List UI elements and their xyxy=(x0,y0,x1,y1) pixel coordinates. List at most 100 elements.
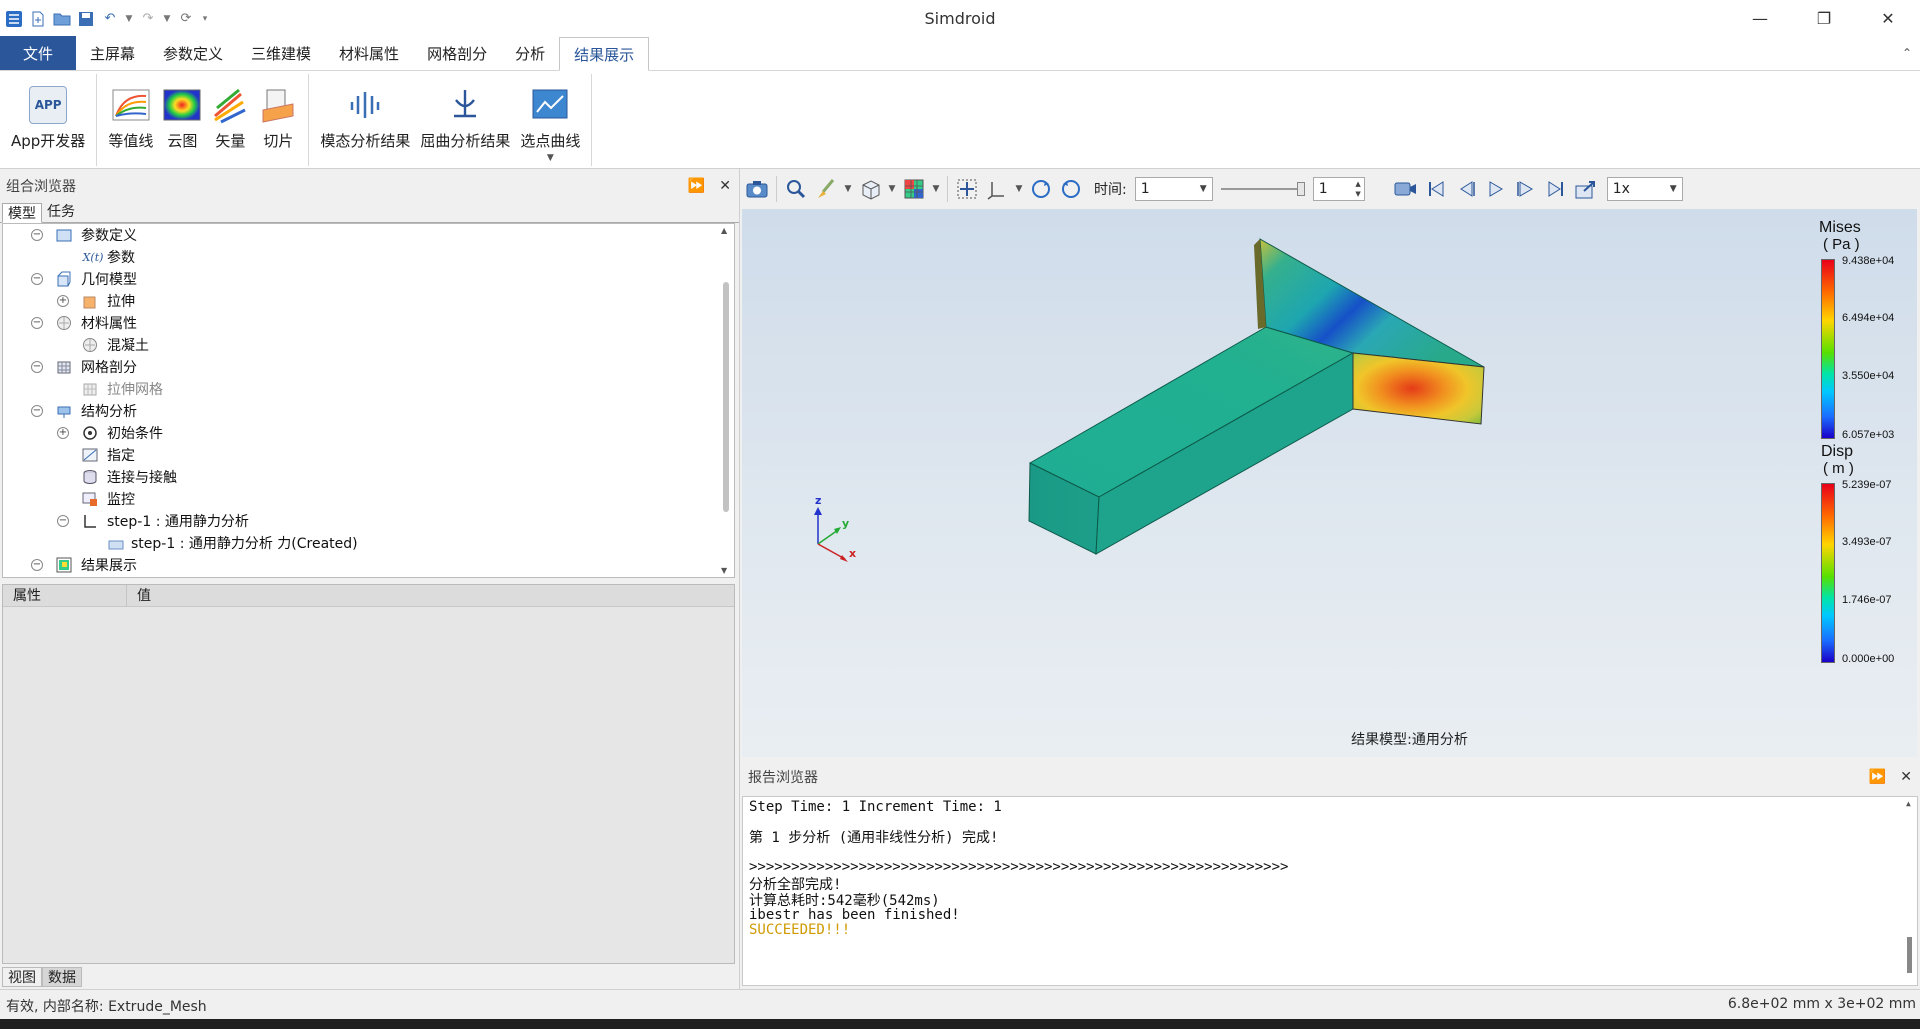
pin-panel-icon[interactable]: ⏩ xyxy=(1869,769,1886,785)
cloud-map-button[interactable]: 云图 xyxy=(158,80,206,166)
property-column-header[interactable]: 属性 xyxy=(3,585,127,606)
tree-item-initial-condition[interactable]: + 初始条件 xyxy=(3,422,734,444)
axis-dropdown-icon[interactable]: ▼ xyxy=(1012,175,1026,203)
close-button[interactable]: ✕ xyxy=(1856,0,1920,37)
collapse-icon[interactable]: − xyxy=(31,361,43,373)
collapse-icon[interactable]: − xyxy=(31,229,43,241)
rotate-cw-icon[interactable] xyxy=(1026,175,1056,203)
time-select[interactable]: 1 ▼ xyxy=(1134,177,1213,201)
last-frame-icon[interactable] xyxy=(1541,175,1571,203)
scroll-up-icon[interactable]: ▲ xyxy=(721,226,727,235)
point-curve-dropdown-icon[interactable]: ▼ xyxy=(547,153,554,163)
tree-item-parameter[interactable]: X(t) 参数 xyxy=(3,246,734,268)
tree-item-specify[interactable]: 指定 xyxy=(3,444,734,466)
tree-scrollbar-thumb[interactable] xyxy=(723,282,729,512)
collapse-icon[interactable]: − xyxy=(31,273,43,285)
tree-item-meshing[interactable]: − 网格剖分 xyxy=(3,356,734,378)
next-frame-icon[interactable] xyxy=(1511,175,1541,203)
collapse-icon[interactable]: − xyxy=(31,405,43,417)
collapse-icon[interactable]: − xyxy=(31,317,43,329)
tab-model[interactable]: 模型 xyxy=(2,203,42,223)
time-slider[interactable] xyxy=(1220,177,1305,201)
new-file-icon[interactable] xyxy=(28,9,48,29)
customize-toolbar-icon[interactable]: ▾ xyxy=(200,9,210,29)
slice-button[interactable]: 切片 xyxy=(254,80,302,166)
redo-dropdown-icon[interactable]: ▼ xyxy=(162,9,172,29)
tree-item-results-display[interactable]: − 结果展示 xyxy=(3,554,734,576)
display-mode-dropdown-icon[interactable]: ▼ xyxy=(929,175,943,203)
record-video-icon[interactable] xyxy=(1391,175,1421,203)
display-mode-icon[interactable] xyxy=(899,175,929,203)
close-panel-icon[interactable]: ✕ xyxy=(1900,769,1912,785)
app-developer-button[interactable]: APP App开发器 xyxy=(6,80,90,166)
tree-item-extrude-mesh[interactable]: 拉伸网格 xyxy=(3,378,734,400)
tab-analysis[interactable]: 分析 xyxy=(501,36,559,70)
maximize-button[interactable]: ❐ xyxy=(1792,0,1856,37)
tree-item-material-properties[interactable]: − 材料属性 xyxy=(3,312,734,334)
scroll-up-icon[interactable]: ▲ xyxy=(1906,799,1911,808)
view-dropdown-icon[interactable]: ▼ xyxy=(885,175,899,203)
report-log[interactable]: Step Time: 1 Increment Time: 1 第 1 步分析 (… xyxy=(742,796,1918,986)
collapse-icon[interactable]: − xyxy=(57,515,69,527)
tab-meshing[interactable]: 网格剖分 xyxy=(413,36,501,70)
tab-task[interactable]: 任务 xyxy=(42,202,80,222)
pin-panel-icon[interactable]: ⏩ xyxy=(688,178,705,194)
brush-icon[interactable] xyxy=(811,175,841,203)
tab-results-display[interactable]: 结果展示 xyxy=(559,37,650,71)
undo-dropdown-icon[interactable]: ▼ xyxy=(124,9,134,29)
tab-material-properties[interactable]: 材料属性 xyxy=(325,36,413,70)
spin-down-icon[interactable]: ▼ xyxy=(1355,190,1360,198)
rotate-ccw-icon[interactable] xyxy=(1056,175,1086,203)
buckling-analysis-results-button[interactable]: 屈曲分析结果 xyxy=(415,80,515,166)
tab-parameter-definition[interactable]: 参数定义 xyxy=(149,36,237,70)
collapse-icon[interactable]: − xyxy=(31,559,43,571)
close-panel-icon[interactable]: ✕ xyxy=(719,178,731,194)
tree-item-structural-analysis[interactable]: − 结构分析 xyxy=(3,400,734,422)
open-folder-icon[interactable] xyxy=(52,9,72,29)
undo-icon[interactable]: ↶ xyxy=(100,9,120,29)
redo-icon[interactable]: ↷ xyxy=(138,9,158,29)
log-scrollbar[interactable]: ▲ xyxy=(1903,797,1917,985)
save-icon[interactable] xyxy=(76,9,96,29)
export-animation-icon[interactable] xyxy=(1571,175,1601,203)
tree-scrollbar[interactable]: ▲ ▼ xyxy=(720,224,732,577)
tree-item-step-1-force[interactable]: step-1 : 通用静力分析 力(Created) xyxy=(3,532,734,554)
axis-orientation-icon[interactable] xyxy=(982,175,1012,203)
tree-item-parameter-definition[interactable]: − 参数定义 xyxy=(3,224,734,246)
tree-item-step-1[interactable]: − step-1 : 通用静力分析 xyxy=(3,510,734,532)
tab-view[interactable]: 视图 xyxy=(2,967,42,987)
modal-analysis-results-button[interactable]: 模态分析结果 xyxy=(315,80,415,166)
first-frame-icon[interactable] xyxy=(1421,175,1451,203)
playback-speed-select[interactable]: 1x ▼ xyxy=(1606,177,1683,201)
spin-up-icon[interactable]: ▲ xyxy=(1355,180,1360,188)
app-logo-icon[interactable] xyxy=(4,9,24,29)
tree-item-extrude[interactable]: + 拉伸 xyxy=(3,290,734,312)
value-column-header[interactable]: 值 xyxy=(127,585,151,606)
expand-icon[interactable]: + xyxy=(57,427,69,439)
log-scrollbar-thumb[interactable] xyxy=(1907,937,1912,973)
time-slider-handle[interactable] xyxy=(1296,182,1305,196)
tab-home[interactable]: 主屏幕 xyxy=(76,36,149,70)
minimize-button[interactable]: — xyxy=(1728,0,1792,37)
scroll-down-icon[interactable]: ▼ xyxy=(721,566,727,575)
fit-view-icon[interactable] xyxy=(952,175,982,203)
tab-3d-modeling[interactable]: 三维建模 xyxy=(237,36,325,70)
expand-icon[interactable]: + xyxy=(57,295,69,307)
point-curve-button[interactable]: 选点曲线 ▼ xyxy=(515,80,585,166)
3d-viewport[interactable]: z y x Mises ( Pa ) 9.438e+04 6.494e+04 3… xyxy=(742,209,1917,757)
tree-item-monitor[interactable]: 监控 xyxy=(3,488,734,510)
play-icon[interactable] xyxy=(1481,175,1511,203)
vector-button[interactable]: 矢量 xyxy=(206,80,254,166)
previous-frame-icon[interactable] xyxy=(1451,175,1481,203)
tab-data[interactable]: 数据 xyxy=(42,967,82,987)
frame-spinbox[interactable]: 1 ▲ ▼ xyxy=(1312,177,1365,201)
contour-lines-button[interactable]: 等值线 xyxy=(103,80,158,166)
tree-item-concrete[interactable]: 混凝土 xyxy=(3,334,734,356)
tab-file[interactable]: 文件 xyxy=(0,36,76,70)
collapse-ribbon-icon[interactable]: ⌃ xyxy=(1902,46,1912,60)
screenshot-icon[interactable] xyxy=(742,175,772,203)
tree-item-geometry-model[interactable]: − 几何模型 xyxy=(3,268,734,290)
brush-dropdown-icon[interactable]: ▼ xyxy=(841,175,855,203)
view-cube-icon[interactable] xyxy=(855,175,885,203)
zoom-icon[interactable] xyxy=(781,175,811,203)
